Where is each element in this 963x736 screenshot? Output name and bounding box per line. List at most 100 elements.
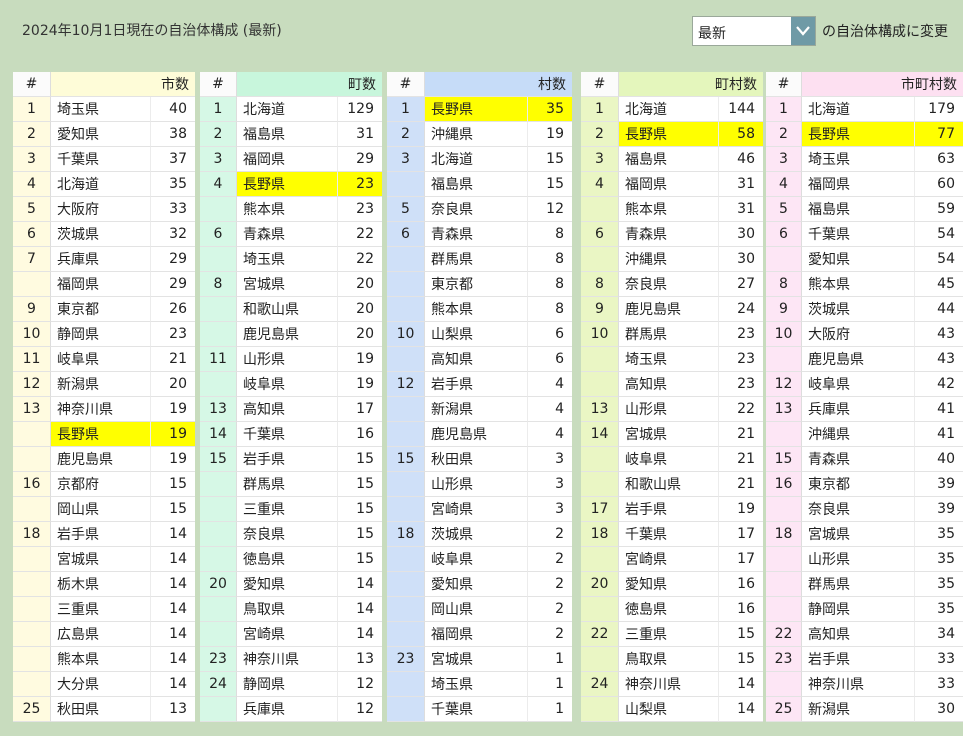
prefecture-cell: 千葉県 — [51, 147, 151, 172]
table-row: 24 神奈川県 14 — [581, 672, 763, 697]
prefecture-cell: 神奈川県 — [802, 672, 915, 697]
table-row: 10 群馬県 23 — [581, 322, 763, 347]
rank-cell: 2 — [200, 122, 237, 147]
rank-cell — [581, 447, 619, 472]
rank-cell: 3 — [766, 147, 802, 172]
prefecture-cell: 北海道 — [237, 97, 338, 122]
table-row: 群馬県 35 — [766, 572, 963, 597]
count-cell: 19 — [338, 372, 382, 397]
table-row: 沖縄県 41 — [766, 422, 963, 447]
rank-cell — [766, 547, 802, 572]
count-cell: 38 — [151, 122, 195, 147]
rank-cell: 15 — [200, 447, 237, 472]
table-row: 広島県 14 — [13, 622, 195, 647]
table-row: 鹿児島県 43 — [766, 347, 963, 372]
prefecture-cell: 大分県 — [51, 672, 151, 697]
rank-header: # — [766, 72, 802, 97]
chevron-down-icon[interactable] — [791, 17, 815, 45]
prefecture-cell: 熊本県 — [425, 297, 528, 322]
prefecture-cell: 岐阜県 — [619, 447, 719, 472]
rank-cell: 2 — [581, 122, 619, 147]
count-cell: 1 — [528, 672, 572, 697]
table-row: 6 青森県 30 — [581, 222, 763, 247]
table-row: 福岡県 2 — [387, 622, 572, 647]
count-cell: 58 — [719, 122, 763, 147]
rank-cell — [200, 472, 237, 497]
column-header: 村数 — [425, 72, 572, 97]
version-select[interactable]: 最新 — [692, 16, 816, 46]
table-row: 10 山梨県 6 — [387, 322, 572, 347]
rank-header: # — [200, 72, 237, 97]
prefecture-cell: 福島県 — [802, 197, 915, 222]
rank-cell: 3 — [13, 147, 51, 172]
count-cell: 19 — [151, 397, 195, 422]
count-cell: 31 — [719, 197, 763, 222]
count-cell: 39 — [915, 472, 963, 497]
prefecture-cell: 茨城県 — [425, 522, 528, 547]
rank-cell — [581, 547, 619, 572]
prefecture-cell: 北海道 — [51, 172, 151, 197]
prefecture-cell: 岩手県 — [51, 522, 151, 547]
prefecture-cell: 東京都 — [425, 272, 528, 297]
rank-cell: 11 — [200, 347, 237, 372]
rank-cell: 12 — [387, 372, 425, 397]
count-cell: 33 — [915, 672, 963, 697]
prefecture-cell: 埼玉県 — [802, 147, 915, 172]
table-row: 兵庫県 12 — [200, 697, 382, 722]
rank-cell: 3 — [387, 147, 425, 172]
table-row: 14 千葉県 16 — [200, 422, 382, 447]
rank-cell — [581, 372, 619, 397]
prefecture-cell: 長野県 — [51, 422, 151, 447]
rank-cell — [387, 697, 425, 722]
rank-cell: 2 — [387, 122, 425, 147]
count-cell: 4 — [528, 372, 572, 397]
prefecture-cell: 静岡県 — [51, 322, 151, 347]
table-row: 徳島県 16 — [581, 597, 763, 622]
table-row: 2 沖縄県 19 — [387, 122, 572, 147]
count-cell: 2 — [528, 597, 572, 622]
rank-cell — [387, 472, 425, 497]
table-row: 沖縄県 30 — [581, 247, 763, 272]
table-row: 愛知県 2 — [387, 572, 572, 597]
prefecture-cell: 青森県 — [425, 222, 528, 247]
table-row: 23 神奈川県 13 — [200, 647, 382, 672]
rank-cell: 24 — [581, 672, 619, 697]
rank-cell: 9 — [13, 297, 51, 322]
table-row: 5 福島県 59 — [766, 197, 963, 222]
table-row: 2 長野県 58 — [581, 122, 763, 147]
prefecture-cell: 岐阜県 — [802, 372, 915, 397]
prefecture-cell: 神奈川県 — [619, 672, 719, 697]
rank-cell: 12 — [13, 372, 51, 397]
count-cell: 34 — [915, 622, 963, 647]
prefecture-cell: 北海道 — [802, 97, 915, 122]
count-cell: 29 — [151, 247, 195, 272]
prefecture-cell: 熊本県 — [619, 197, 719, 222]
rank-cell — [13, 672, 51, 697]
count-cell: 41 — [915, 422, 963, 447]
prefecture-cell: 栃木県 — [51, 572, 151, 597]
table-row: 4 長野県 23 — [200, 172, 382, 197]
panel-municipality-count: # 市町村数 1 北海道 179 2 長野県 77 3 埼玉県 63 4 福岡県 60 5 福島県 59 6 千葉県… — [766, 72, 963, 722]
rank-cell: 6 — [200, 222, 237, 247]
rank-cell — [766, 347, 802, 372]
rank-cell: 12 — [766, 372, 802, 397]
rank-cell: 2 — [13, 122, 51, 147]
count-cell: 15 — [338, 497, 382, 522]
rank-cell: 6 — [387, 222, 425, 247]
count-cell: 35 — [151, 172, 195, 197]
count-cell: 2 — [528, 522, 572, 547]
table-row: 1 長野県 35 — [387, 97, 572, 122]
table-row: 山形県 3 — [387, 472, 572, 497]
count-cell: 17 — [719, 522, 763, 547]
count-cell: 46 — [719, 147, 763, 172]
table-row: 埼玉県 1 — [387, 672, 572, 697]
rank-cell — [13, 597, 51, 622]
table-row: 17 岩手県 19 — [581, 497, 763, 522]
count-cell: 35 — [528, 97, 572, 122]
table-row: 18 千葉県 17 — [581, 522, 763, 547]
rank-cell: 23 — [766, 647, 802, 672]
rank-cell — [387, 397, 425, 422]
table-row: 宮崎県 17 — [581, 547, 763, 572]
prefecture-cell: 和歌山県 — [237, 297, 338, 322]
rank-cell — [200, 297, 237, 322]
